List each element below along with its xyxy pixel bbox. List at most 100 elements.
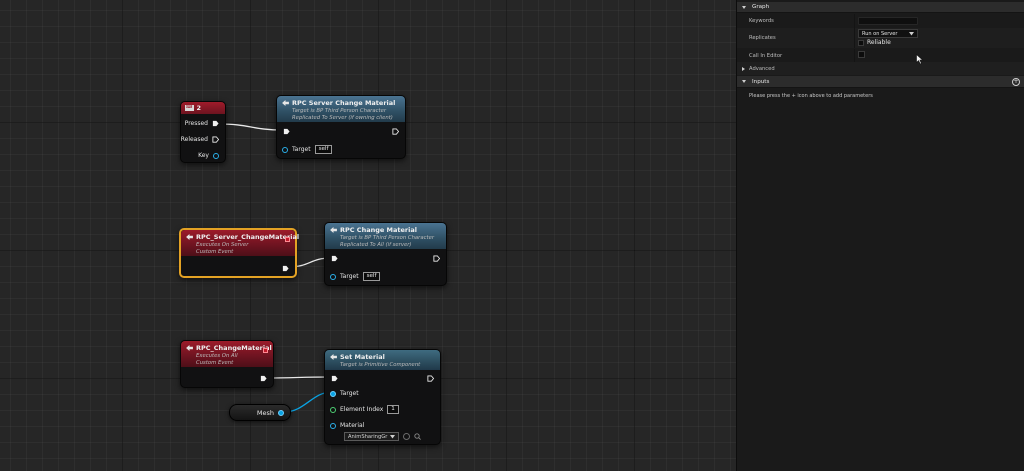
exec-out-hollow-icon[interactable]: [212, 136, 219, 143]
graph-section-title: Graph: [752, 4, 770, 10]
target-pin-icon[interactable]: [282, 146, 288, 153]
key-label: Key: [198, 152, 209, 159]
target-value-field[interactable]: self: [362, 272, 381, 281]
chevron-down-icon: [909, 31, 914, 35]
key-event-title: 2: [196, 104, 202, 112]
set-material-header: Set Material Target is Primitive Compone…: [325, 350, 440, 370]
node-subtitle-executes: Executes On All: [196, 353, 238, 359]
browse-search-icon[interactable]: [414, 433, 422, 440]
material-pin-icon[interactable]: [330, 422, 336, 429]
node-title: RPC_Server_ChangeMaterial: [196, 233, 300, 241]
mesh-out-pin-icon[interactable]: [278, 409, 284, 416]
element-index-label: Element Index: [340, 406, 384, 413]
released-label: Released: [180, 136, 208, 143]
mesh-label: Mesh: [256, 408, 274, 417]
replicates-dropdown[interactable]: Run on Server: [858, 29, 918, 38]
key-event-header: ⌨ 2: [181, 102, 225, 114]
exec-out-filled-icon[interactable]: [212, 120, 219, 127]
node-title: Set Material: [340, 353, 385, 361]
blueprint-editor: ⌨ 2 Pressed Released Key RPC Server Chan…: [0, 0, 1024, 471]
caret-down-icon: [742, 80, 746, 83]
change-event-header: RPC_ChangeMaterial Executes On All Custo…: [181, 341, 273, 367]
graph-section-header[interactable]: Graph: [737, 2, 1024, 13]
event-icon: [186, 345, 193, 351]
exec-in-icon[interactable]: [283, 128, 290, 135]
element-index-pin-row[interactable]: Element Index 1: [330, 405, 399, 414]
inputs-section-header[interactable]: Inputs +: [737, 76, 1024, 88]
material-picker-row[interactable]: AnimSharingGr: [344, 432, 422, 441]
key-struct-pin-icon[interactable]: [213, 152, 219, 159]
key-pin-row[interactable]: Key: [198, 152, 219, 159]
replicates-row: Replicates Run on Server Reliable: [737, 28, 1024, 48]
rpc-change-material-node[interactable]: RPC Change Material Target is BP Third P…: [324, 222, 447, 286]
delegate-pin-icon[interactable]: [285, 237, 290, 242]
node-subtitle-type: Custom Event: [196, 248, 234, 255]
call-in-editor-label: Call In Editor: [749, 52, 783, 59]
caret-down-icon: [742, 5, 746, 9]
node-title: RPC Change Material: [340, 226, 417, 234]
element-index-field[interactable]: 1: [387, 405, 399, 414]
caret-right-icon: [742, 66, 745, 71]
target-label: Target: [340, 273, 359, 280]
exec-wire-pressed[interactable]: [218, 123, 284, 131]
exec-out-icon[interactable]: [260, 375, 267, 382]
target-pin-icon[interactable]: [330, 273, 336, 280]
rpc-server-call-header: RPC Server Change Material Target is BP …: [277, 96, 405, 122]
rpc-server-changematerial-event-node[interactable]: RPC_Server_ChangeMaterial Executes On Se…: [179, 228, 300, 278]
event-graph-canvas[interactable]: ⌨ 2 Pressed Released Key RPC Server Chan…: [0, 0, 736, 471]
node-subtitle-replication: Replicated To Server (if owning client): [292, 114, 393, 121]
target-pin-icon[interactable]: [330, 390, 336, 397]
rpc-changematerial-event-node[interactable]: RPC_ChangeMaterial Executes On All Custo…: [180, 340, 274, 388]
delegate-pin-icon[interactable]: [263, 348, 268, 353]
exec-out-icon[interactable]: [427, 375, 434, 382]
node-title: RPC_ChangeMaterial: [196, 344, 272, 352]
exec-out-icon[interactable]: [433, 255, 440, 262]
node-subtitle-executes: Executes On Server: [196, 242, 249, 248]
material-asset-value: AnimSharingGr: [348, 433, 388, 440]
material-asset-dropdown[interactable]: AnimSharingGr: [344, 432, 400, 441]
target-value-field[interactable]: self: [314, 145, 333, 154]
keywords-input[interactable]: [858, 17, 918, 25]
material-label: Material: [340, 422, 365, 429]
advanced-row[interactable]: Advanced: [737, 62, 1024, 75]
rpc-server-change-material-node[interactable]: RPC Server Change Material Target is BP …: [276, 95, 406, 159]
exec-in-icon[interactable]: [331, 255, 338, 262]
target-pin-row[interactable]: Target self: [282, 145, 333, 154]
column-divider[interactable]: [854, 14, 855, 28]
mesh-variable-node[interactable]: Mesh: [229, 404, 291, 421]
target-pin-row[interactable]: Target self: [330, 272, 381, 281]
call-in-editor-row: Call In Editor: [737, 49, 1024, 62]
set-material-node[interactable]: Set Material Target is Primitive Compone…: [324, 349, 441, 445]
node-subtitle-target: Target is BP Third Person Character: [340, 235, 435, 241]
exec-out-icon[interactable]: [282, 265, 289, 272]
server-event-header: RPC_Server_ChangeMaterial Executes On Se…: [181, 230, 300, 256]
advanced-label: Advanced: [749, 65, 775, 72]
keywords-row: Keywords: [737, 14, 1024, 28]
pressed-label: Pressed: [184, 120, 208, 127]
element-index-pin-icon[interactable]: [330, 406, 336, 413]
node-title: RPC Server Change Material: [292, 99, 396, 107]
inputs-hint: Please press the + icon above to add par…: [749, 93, 873, 99]
reliable-checkbox[interactable]: [858, 40, 864, 46]
call-in-editor-checkbox[interactable]: [858, 51, 865, 58]
exec-out-icon[interactable]: [392, 128, 399, 135]
replicates-value: Run on Server: [862, 30, 898, 37]
target-label: Target: [340, 390, 359, 397]
key-event-node[interactable]: ⌨ 2 Pressed Released Key: [180, 101, 226, 163]
add-parameter-plus-icon[interactable]: +: [1012, 77, 1020, 86]
function-icon: [330, 354, 337, 360]
column-divider[interactable]: [854, 28, 855, 48]
rpc-change-call-header: RPC Change Material Target is BP Third P…: [325, 223, 446, 249]
inputs-section-title: Inputs: [752, 78, 770, 85]
exec-wire-change-event[interactable]: [265, 376, 332, 379]
released-pin-row[interactable]: Released: [181, 136, 219, 143]
exec-in-icon[interactable]: [331, 375, 338, 382]
use-selected-asset-icon[interactable]: [403, 433, 411, 440]
mouse-cursor-icon: [916, 54, 924, 65]
pressed-pin-row[interactable]: Pressed: [185, 120, 219, 127]
node-subtitle-target: Target is BP Third Person Character: [292, 108, 387, 114]
column-divider[interactable]: [854, 49, 855, 62]
target-pin-row[interactable]: Target: [330, 390, 359, 397]
chevron-down-icon: [390, 434, 396, 438]
material-pin-row[interactable]: Material: [330, 422, 364, 429]
